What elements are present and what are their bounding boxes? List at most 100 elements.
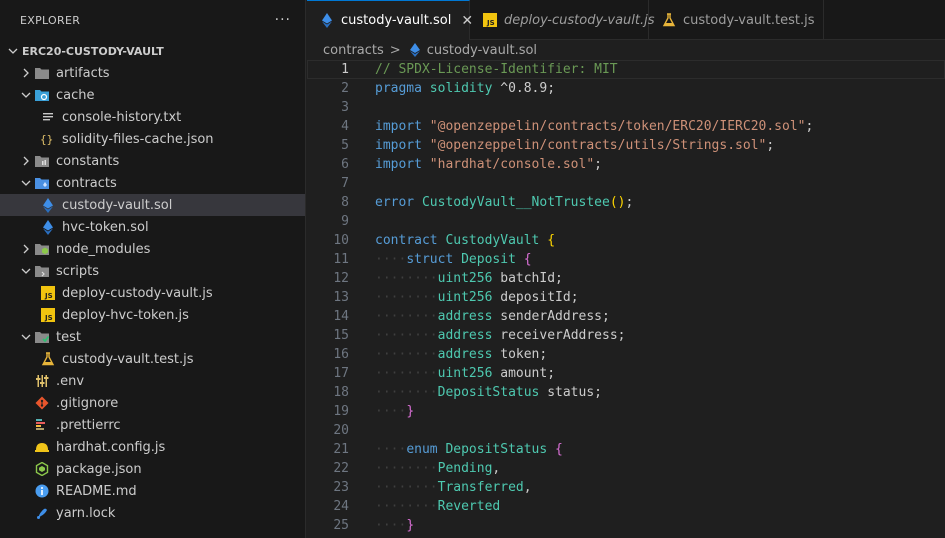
tree-item-custody-vault-test-js[interactable]: custody-vault.test.js — [0, 348, 305, 370]
tree-item-label: cache — [56, 87, 95, 103]
code-line[interactable]: 22 ········Pending, — [307, 459, 945, 478]
code-line[interactable]: 25 ····} — [307, 516, 945, 535]
tree-item-package-json[interactable]: package.json — [0, 458, 305, 480]
code-editor[interactable]: 1 // SPDX-License-Identifier: MIT 2 pragma … — [307, 60, 945, 538]
code-token: enum — [406, 442, 438, 457]
tree-item-readme-md[interactable]: README.md — [0, 480, 305, 502]
code-line[interactable]: 6 import "hardhat/console.sol"; — [307, 155, 945, 174]
ethereum-icon — [40, 197, 56, 213]
code-line[interactable]: 11 ····struct Deposit { — [307, 250, 945, 269]
tree-item-custody-vault-sol[interactable]: custody-vault.sol — [0, 194, 305, 216]
code-token: senderAddress; — [492, 309, 610, 324]
indent-whitespace: ········ — [375, 461, 438, 476]
tree-item-label: .prettierrc — [56, 417, 121, 433]
code-line[interactable]: 15 ········address receiverAddress; — [307, 326, 945, 345]
code-line[interactable]: 12 ········uint256 batchId; — [307, 269, 945, 288]
tab-custody-vault-test-js[interactable]: custody-vault.test.js — [649, 0, 824, 40]
line-code: import "@openzeppelin/contracts/utils/St… — [349, 138, 774, 153]
tree-item-constants[interactable]: constants — [0, 150, 305, 172]
code-token: address — [437, 328, 493, 343]
line-number: 1 — [341, 62, 349, 77]
tree-item-label: deploy-hvc-token.js — [62, 307, 189, 323]
tree-item-yarn-lock[interactable]: yarn.lock — [0, 502, 305, 524]
tree-item-label: package.json — [56, 461, 142, 477]
code-token: import — [375, 138, 422, 153]
code-token: , — [492, 461, 501, 476]
line-number: 9 — [341, 214, 349, 229]
code-line[interactable]: 21 ····enum DepositStatus { — [307, 440, 945, 459]
code-line[interactable]: 3 — [307, 98, 945, 117]
code-line[interactable]: 9 — [307, 212, 945, 231]
code-line[interactable]: 8 error CustodyVault__NotTrustee(); — [307, 193, 945, 212]
breadcrumb-file[interactable]: custody-vault.sol — [427, 43, 537, 58]
code-line[interactable]: 13 ········uint256 depositId; — [307, 288, 945, 307]
line-number: 4 — [341, 119, 349, 134]
code-line[interactable]: 5 import "@openzeppelin/contracts/utils/S… — [307, 136, 945, 155]
tree-item-artifacts[interactable]: artifacts — [0, 62, 305, 84]
tree-item-contracts[interactable]: contracts — [0, 172, 305, 194]
tab-deploy-custody-vault-js[interactable]: JS deploy-custody-vault.js — [470, 0, 655, 40]
breadcrumb-folder[interactable]: contracts — [323, 43, 384, 58]
line-number: 3 — [341, 100, 349, 115]
code-token: address — [437, 347, 493, 362]
line-code: ········uint256 amount; — [349, 366, 555, 381]
code-line[interactable]: 24 ········Reverted — [307, 497, 945, 516]
code-token: uint256 — [437, 271, 493, 286]
code-line[interactable]: 2 pragma solidity ^0.8.9; — [307, 79, 945, 98]
code-line[interactable]: 10 contract CustodyVault { — [307, 231, 945, 250]
project-root[interactable]: ERC20-CUSTODY-VAULT — [0, 40, 305, 62]
code-token: ; — [805, 119, 814, 134]
code-line[interactable]: 7 — [307, 174, 945, 193]
code-line[interactable]: 4 import "@openzeppelin/contracts/token/E… — [307, 117, 945, 136]
more-actions-button[interactable]: ··· — [275, 12, 291, 28]
line-number: 24 — [333, 499, 349, 514]
code-token: depositId; — [492, 290, 579, 305]
line-number: 18 — [333, 385, 349, 400]
line-number: 5 — [341, 138, 349, 153]
tree-item-label: test — [56, 329, 81, 345]
code-line[interactable]: 1 // SPDX-License-Identifier: MIT — [307, 60, 945, 79]
tree-item-label: deploy-custody-vault.js — [62, 285, 213, 301]
code-line[interactable]: 17 ········uint256 amount; — [307, 364, 945, 383]
js-icon: JS — [40, 307, 56, 323]
code-token: import — [375, 157, 422, 172]
code-line[interactable]: 19 ····} — [307, 402, 945, 421]
tree-item-deploy-custody-vault-js[interactable]: JS deploy-custody-vault.js — [0, 282, 305, 304]
code-token: DepositStatus — [445, 442, 548, 457]
code-token: struct — [406, 252, 454, 267]
code-token: receiverAddress; — [492, 328, 626, 343]
tab-custody-vault-sol[interactable]: custody-vault.sol ✕ — [307, 0, 473, 40]
tree-item-test[interactable]: test — [0, 326, 305, 348]
code-line[interactable]: 23 ········Transferred, — [307, 478, 945, 497]
braces-icon: {} — [40, 131, 56, 147]
tree-item-node-modules[interactable]: node_modules — [0, 238, 305, 260]
tree-item-hvc-token-sol[interactable]: hvc-token.sol — [0, 216, 305, 238]
code-line[interactable]: 14 ········address senderAddress; — [307, 307, 945, 326]
line-number: 23 — [333, 480, 349, 495]
tree-item-prettierrc[interactable]: .prettierrc — [0, 414, 305, 436]
code-token: CustodyVault — [445, 233, 540, 248]
explorer-sidebar: EXPLORER ··· ERC20-CUSTODY-VAULT artifac… — [0, 0, 306, 538]
tree-item-console-history-txt[interactable]: console-history.txt — [0, 106, 305, 128]
code-line[interactable]: 20 — [307, 421, 945, 440]
tree-item-cache[interactable]: cache — [0, 84, 305, 106]
tree-item-hardhat-config-js[interactable]: hardhat.config.js — [0, 436, 305, 458]
tree-item-deploy-hvc-token-js[interactable]: JS deploy-hvc-token.js — [0, 304, 305, 326]
tree-item-gitignore[interactable]: .gitignore — [0, 392, 305, 414]
indent-whitespace: ···· — [375, 404, 407, 419]
code-line[interactable]: 18 ········DepositStatus status; — [307, 383, 945, 402]
code-token: Reverted — [437, 499, 501, 514]
indent-whitespace: ···· — [375, 442, 407, 457]
tree-item-env[interactable]: .env — [0, 370, 305, 392]
tree-item-solidity-files-cache-json[interactable]: {} solidity-files-cache.json — [0, 128, 305, 150]
code-token: Deposit — [461, 252, 516, 267]
code-line[interactable]: 16 ········address token; — [307, 345, 945, 364]
explorer-header: EXPLORER ··· — [0, 0, 305, 40]
tree-item-scripts[interactable]: scripts — [0, 260, 305, 282]
